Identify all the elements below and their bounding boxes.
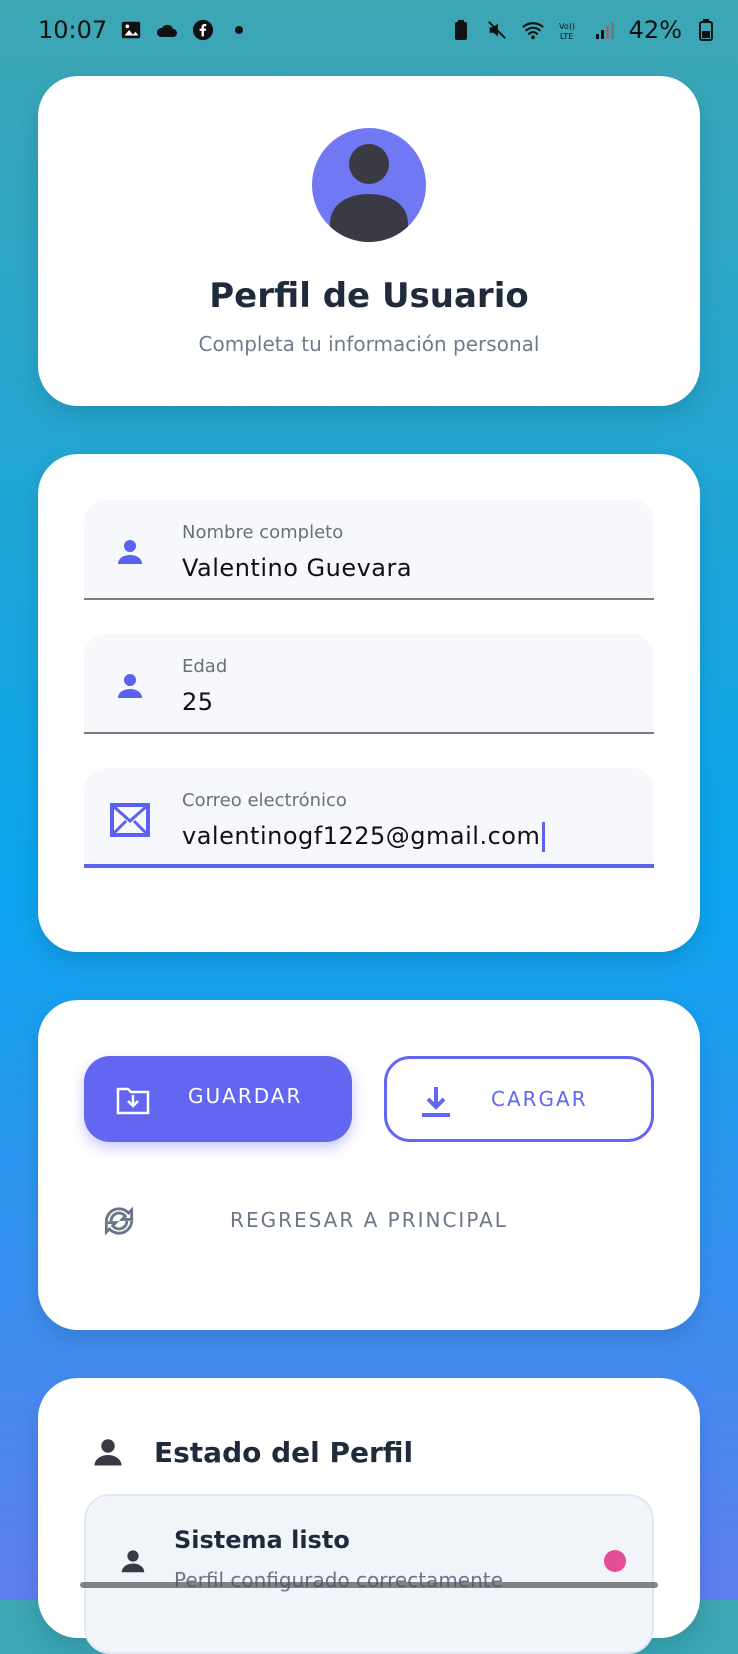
full-name-field[interactable]: Nombre completo Valentino Guevara (84, 500, 654, 600)
save-button[interactable]: GUARDAR (84, 1056, 352, 1142)
load-button-label: CARGAR (491, 1087, 588, 1111)
status-left: 10:07 (38, 16, 251, 44)
back-to-main-button[interactable]: REGRESAR A PRINCIPAL (84, 1186, 654, 1256)
person-icon (114, 1542, 152, 1580)
profile-status-card: Estado del Perfil Sistema listo Perfil c… (38, 1378, 700, 1654)
clock: 10:07 (38, 16, 108, 44)
gallery-icon (119, 18, 143, 42)
full-name-label: Nombre completo (182, 522, 344, 543)
text-caret (542, 822, 546, 852)
person-icon (108, 530, 152, 574)
battery-icon (694, 18, 718, 42)
email-field[interactable]: Correo electrónico valentinogf1225@gmail… (84, 768, 654, 868)
actions-card: GUARDAR CARGAR REGRESAR A PRINCIPAL (38, 1000, 700, 1330)
cloud-icon (155, 18, 179, 42)
status-indicator-dot (604, 1550, 626, 1572)
page-title: Perfil de Usuario (209, 276, 529, 316)
age-label: Edad (182, 656, 228, 677)
avatar-person-icon (330, 144, 408, 242)
age-field[interactable]: Edad 25 (84, 634, 654, 734)
download-icon (419, 1085, 453, 1119)
status-item: Sistema listo Perfil configurado correct… (84, 1494, 654, 1654)
back-to-main-label: REGRESAR A PRINCIPAL (230, 1208, 508, 1232)
battery-percent: 42% (628, 16, 682, 44)
svg-text:Vo)): Vo)) (559, 22, 575, 31)
profile-header-card: Perfil de Usuario Completa tu informació… (38, 76, 700, 406)
notification-dot-icon (227, 18, 251, 42)
email-input-wrap[interactable]: valentinogf1225@gmail.com (182, 822, 546, 852)
load-button[interactable]: CARGAR (384, 1056, 654, 1142)
signal-icon (593, 18, 617, 42)
save-button-label: GUARDAR (188, 1084, 303, 1108)
person-icon (108, 664, 152, 708)
facebook-icon (191, 18, 215, 42)
status-item-title: Sistema listo (174, 1526, 350, 1554)
full-name-input[interactable]: Valentino Guevara (182, 554, 412, 582)
battery-saver-icon (449, 18, 473, 42)
age-input[interactable]: 25 (182, 688, 214, 716)
svg-text:LTE: LTE (560, 32, 573, 41)
folder-download-icon (116, 1082, 150, 1116)
person-icon (88, 1432, 128, 1472)
mute-icon (485, 18, 509, 42)
status-title: Estado del Perfil (154, 1436, 414, 1469)
email-input[interactable]: valentinogf1225@gmail.com (182, 822, 540, 850)
status-bar: 10:07 Vo)) LTE 42% (0, 0, 738, 60)
status-item-subtitle: Perfil configurado correctamente (174, 1568, 503, 1592)
email-label: Correo electrónico (182, 790, 347, 811)
wifi-icon (521, 18, 545, 42)
avatar (312, 128, 426, 242)
email-icon (108, 798, 152, 842)
gesture-nav-handle[interactable] (80, 1582, 658, 1588)
profile-form-card: Nombre completo Valentino Guevara Edad 2… (38, 454, 700, 952)
status-right: Vo)) LTE 42% (449, 16, 718, 44)
volte-icon: Vo)) LTE (557, 18, 581, 42)
page-subtitle: Completa tu información personal (198, 332, 540, 356)
